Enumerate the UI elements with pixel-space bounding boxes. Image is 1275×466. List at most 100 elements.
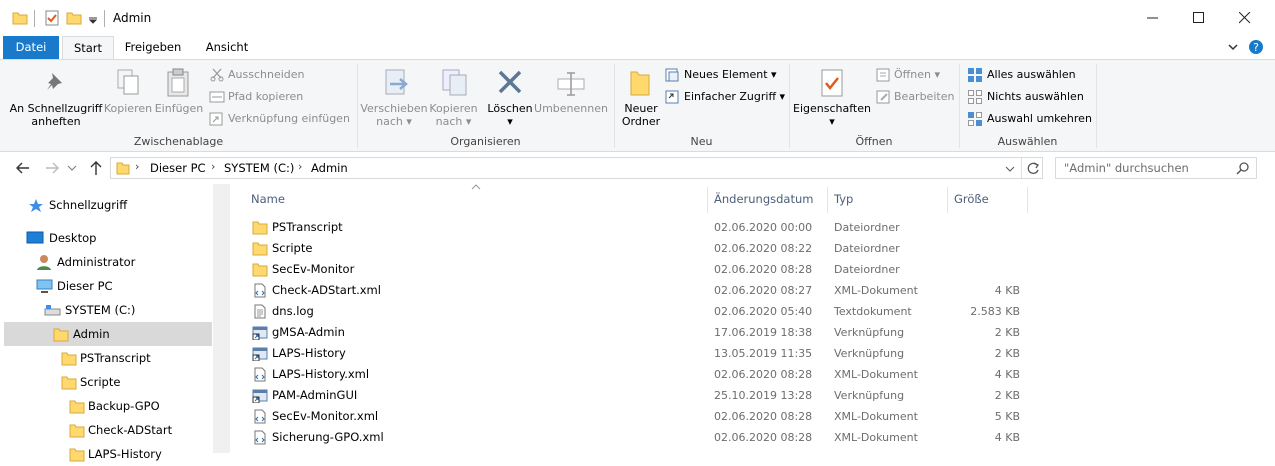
file-date: 02.06.2020 08:28 <box>714 431 813 444</box>
file-list-scrollbar[interactable] <box>1258 184 1275 453</box>
chevron-down-icon[interactable] <box>1227 41 1239 53</box>
nav-item-desktop[interactable]: Desktop <box>26 226 96 250</box>
table-row[interactable]: gMSA-Admin 17.06.2019 18:38 Verknüpfung 2 K… <box>243 322 1033 343</box>
nav-item-admin[interactable]: Admin <box>53 322 110 346</box>
easy-access-button[interactable]: Einfacher Zugriff ▾ <box>684 90 785 104</box>
new-folder-icon[interactable] <box>66 10 82 26</box>
copy-to-button[interactable]: Kopieren nach ▾ <box>426 102 481 128</box>
folder-icon <box>252 242 268 256</box>
column-divider[interactable] <box>947 187 948 213</box>
nav-item-system-c[interactable]: SYSTEM (C:) <box>44 298 135 322</box>
customize-toolbar-icon[interactable] <box>88 10 98 26</box>
column-divider[interactable] <box>707 187 708 213</box>
nav-label-system-c: SYSTEM (C:) <box>65 303 136 317</box>
pin-quick-access-button[interactable]: An Schnellzugriff anheften <box>6 102 106 128</box>
nav-item-check-adstart[interactable]: Check-ADStart <box>69 418 172 442</box>
window-title: Admin <box>113 11 152 25</box>
folder-icon <box>61 376 77 390</box>
delete-button[interactable]: Löschen ▾ <box>484 102 536 128</box>
minimize-button[interactable] <box>1130 0 1176 36</box>
copy-button[interactable]: Kopieren <box>103 102 153 115</box>
maximize-button[interactable] <box>1176 0 1222 36</box>
maximize-icon <box>1193 12 1204 23</box>
column-header-name[interactable]: Name <box>251 187 285 211</box>
nav-scrollbar[interactable] <box>213 184 230 453</box>
tab-datei[interactable]: Datei <box>3 36 59 59</box>
search-icon[interactable] <box>1236 161 1250 175</box>
nav-item-backup-gpo[interactable]: Backup-GPO <box>69 394 160 418</box>
paste-button[interactable]: Einfügen <box>154 102 204 115</box>
folder-icon <box>61 352 77 366</box>
ribbon-tabs: Datei Start Freigeben Ansicht ? <box>0 36 1275 60</box>
up-arrow-icon[interactable] <box>89 160 103 176</box>
file-name: Check-ADStart.xml <box>272 283 381 297</box>
refresh-icon[interactable] <box>1026 161 1040 175</box>
folder-icon <box>69 400 85 414</box>
table-row[interactable]: dns.log 02.06.2020 05:40 Textdokument 2.583… <box>243 301 1033 322</box>
column-divider[interactable] <box>827 187 828 213</box>
copy-path-button[interactable]: Pfad kopieren <box>228 90 303 104</box>
nav-item-laps-history[interactable]: LAPS-History <box>69 442 162 466</box>
column-header-size[interactable]: Größe <box>954 187 989 211</box>
search-input[interactable]: "Admin" durchsuchen <box>1064 161 1189 175</box>
properties-button[interactable]: Eigenschaften ▾ <box>792 102 872 128</box>
table-row[interactable]: Check-ADStart.xml 02.06.2020 08:27 XML-Dok… <box>243 280 1033 301</box>
table-row[interactable]: LAPS-History.xml 02.06.2020 08:28 XML-Doku… <box>243 364 1033 385</box>
column-header-type[interactable]: Typ <box>834 187 853 211</box>
close-button[interactable] <box>1222 0 1268 36</box>
breadcrumb-separator-icon: › <box>298 160 303 173</box>
new-item-button[interactable]: Neues Element ▾ <box>684 68 777 82</box>
edit-button[interactable]: Bearbeiten <box>894 90 954 104</box>
table-row[interactable]: PAM-AdminGUI 25.10.2019 13:28 Verknüpfung 2… <box>243 385 1033 406</box>
address-bar[interactable]: › Dieser PC › SYSTEM (C:) › Admin <box>110 157 1043 179</box>
file-size: 4 KB <box>994 431 1020 444</box>
address-chevron-down-icon[interactable] <box>1005 164 1015 174</box>
history-chevron-down-icon[interactable] <box>67 163 77 173</box>
file-name: PSTranscript <box>272 220 343 234</box>
pin-icon <box>47 73 62 90</box>
nav-item-pstranscript[interactable]: PSTranscript <box>61 346 151 370</box>
nav-item-quick-access[interactable]: Schnellzugriff <box>28 193 127 217</box>
new-folder-button[interactable]: Neuer Ordner <box>616 102 666 128</box>
tab-ansicht[interactable]: Ansicht <box>194 36 260 59</box>
tab-freigeben[interactable]: Freigeben <box>116 36 190 59</box>
sort-ascending-icon <box>471 184 481 190</box>
select-none-button[interactable]: Nichts auswählen <box>987 90 1084 104</box>
move-to-button[interactable]: Verschieben nach ▾ <box>360 102 428 128</box>
table-row[interactable]: SecEv-Monitor.xml 02.06.2020 08:28 XML-Dok… <box>243 406 1033 427</box>
column-divider[interactable] <box>1027 187 1028 213</box>
invert-selection-icon <box>968 112 982 126</box>
file-name: PAM-AdminGUI <box>272 388 358 402</box>
breadcrumb-system-c[interactable]: SYSTEM (C:) <box>224 161 294 175</box>
delete-icon <box>498 70 522 94</box>
file-name: LAPS-History <box>272 346 346 360</box>
back-arrow-icon[interactable] <box>15 161 31 175</box>
open-button[interactable]: Öffnen ▾ <box>894 68 940 82</box>
nav-item-administrator[interactable]: Administrator <box>36 250 135 274</box>
new-item-label: Neues Element <box>684 68 768 81</box>
table-row[interactable]: Scripte 02.06.2020 08:22 Dateiordner <box>243 238 1033 259</box>
cut-button[interactable]: Ausschneiden <box>228 68 305 82</box>
file-size: 2 KB <box>994 326 1020 339</box>
text-file-icon <box>254 304 266 319</box>
column-header-date[interactable]: Änderungsdatum <box>714 187 813 211</box>
nav-item-scripte[interactable]: Scripte <box>61 370 120 394</box>
select-all-button[interactable]: Alles auswählen <box>987 68 1076 82</box>
invert-selection-button[interactable]: Auswahl umkehren <box>987 112 1092 126</box>
forward-arrow-icon[interactable] <box>44 161 60 175</box>
breadcrumb-admin[interactable]: Admin <box>311 161 348 175</box>
table-row[interactable]: PSTranscript 02.06.2020 00:00 Dateiordner <box>243 217 1033 238</box>
table-row[interactable]: SecEv-Monitor 02.06.2020 08:28 Dateiordner <box>243 259 1033 280</box>
navigation-pane: Schnellzugriff Desktop Administrator Die… <box>0 184 230 462</box>
properties-icon[interactable] <box>44 10 60 26</box>
breadcrumb-dieser-pc[interactable]: Dieser PC <box>150 161 206 175</box>
paste-shortcut-button[interactable]: Verknüpfung einfügen <box>228 112 350 126</box>
tab-start[interactable]: Start <box>62 36 114 60</box>
table-row[interactable]: Sicherung-GPO.xml 02.06.2020 08:28 XML-Dok… <box>243 427 1033 448</box>
nav-item-dieser-pc[interactable]: Dieser PC <box>36 274 113 298</box>
search-box[interactable]: "Admin" durchsuchen <box>1055 157 1257 179</box>
table-row[interactable]: LAPS-History 13.05.2019 11:35 Verknüpfung 2… <box>243 343 1033 364</box>
rename-button[interactable]: Umbenennen <box>533 102 609 115</box>
file-type: Dateiordner <box>834 221 900 234</box>
help-icon[interactable]: ? <box>1248 39 1264 55</box>
